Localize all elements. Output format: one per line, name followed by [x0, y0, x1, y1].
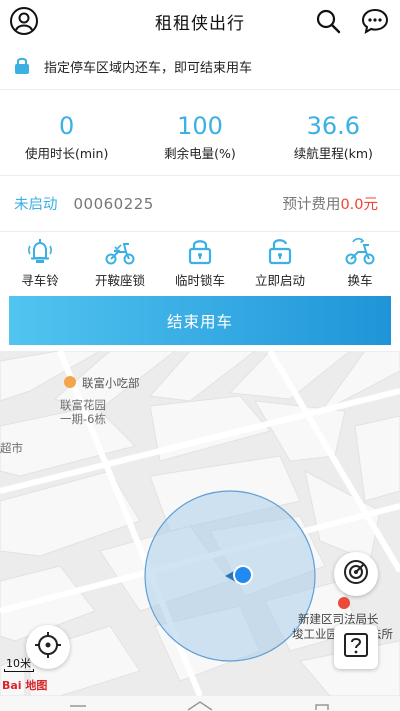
- app-header: 租租侠出行: [0, 0, 400, 42]
- stat-value: 100: [177, 112, 223, 140]
- crosshair-icon: [34, 631, 62, 663]
- parking-notice: 指定停车区域内还车，即可结束用车: [0, 44, 400, 90]
- map-label-left-edge: 超市: [0, 441, 23, 455]
- stat-range: 36.6 续航里程(km): [267, 90, 400, 175]
- estimated-fee: 预计费用0.0元: [282, 193, 378, 214]
- map-view[interactable]: 联富小吃部 联富花园 一期-6栋 超市 新建区司法局长 埈工业园 法所 10米 …: [0, 351, 400, 696]
- message-icon[interactable]: [360, 6, 390, 36]
- locate-button[interactable]: [26, 625, 70, 669]
- find-bell-button[interactable]: 寻车铃: [0, 232, 80, 294]
- map-label-garden-block: 一期-6栋: [60, 412, 106, 426]
- fee-label: 预计费用: [282, 197, 341, 213]
- unlock-icon: [263, 236, 297, 266]
- fee-amount: 0.0元: [340, 197, 378, 213]
- search-icon[interactable]: [313, 6, 343, 36]
- stat-label: 使用时长(min): [25, 146, 109, 161]
- vehicle-code: 00060225: [73, 194, 154, 213]
- help-icon: [343, 632, 369, 662]
- stat-label: 续航里程(km): [293, 146, 373, 161]
- map-scale-bar: [4, 669, 34, 672]
- system-nav-bar: [0, 696, 400, 711]
- start-now-button[interactable]: 立即启动: [240, 232, 320, 294]
- stat-value: 36.6: [306, 112, 361, 140]
- action-label: 开鞍座锁: [94, 273, 145, 288]
- scooter-swap-icon: [343, 236, 377, 266]
- temp-lock-button[interactable]: 临时锁车: [160, 232, 240, 294]
- ride-stats: 0 使用时长(min) 100 剩余电量(%) 36.6 续航里程(km): [0, 90, 400, 176]
- stat-label: 剩余电量(%): [164, 146, 236, 161]
- help-button[interactable]: [334, 625, 378, 669]
- map-provider-logo: Bai 地图: [2, 679, 48, 692]
- vehicle-state: 未启动: [14, 197, 58, 213]
- map-label-restaurant: 联富小吃部: [82, 376, 140, 390]
- end-ride-button[interactable]: 结束用车: [9, 296, 391, 345]
- lock-icon: [183, 236, 217, 266]
- radar-button[interactable]: [334, 552, 378, 596]
- notice-text: 指定停车区域内还车，即可结束用车: [44, 61, 253, 76]
- open-seat-lock-button[interactable]: 开鞍座锁: [80, 232, 160, 294]
- action-label: 立即启动: [254, 273, 305, 288]
- profile-icon[interactable]: [9, 6, 39, 36]
- swap-vehicle-button[interactable]: 换车: [320, 232, 400, 294]
- page-title: 租租侠出行: [155, 13, 245, 34]
- stat-value: 0: [59, 112, 75, 140]
- stat-duration: 0 使用时长(min): [0, 90, 133, 175]
- scooter-seat-icon: [103, 236, 137, 266]
- lock-icon: [14, 55, 30, 79]
- nav-buttons: [70, 701, 329, 711]
- action-label: 寻车铃: [21, 273, 59, 288]
- action-label: 临时锁车: [174, 273, 225, 288]
- map-label-poi2: 埈工业园: [292, 627, 338, 641]
- action-label: 换车: [347, 273, 373, 288]
- stat-battery: 100 剩余电量(%): [133, 90, 266, 175]
- vehicle-actions: 寻车铃 开鞍座锁 临时锁车 立即启动 换车: [0, 232, 400, 294]
- radar-icon: [342, 558, 370, 590]
- bell-icon: [23, 236, 57, 266]
- vehicle-status-row: 未启动 00060225 预计费用0.0元: [0, 176, 400, 232]
